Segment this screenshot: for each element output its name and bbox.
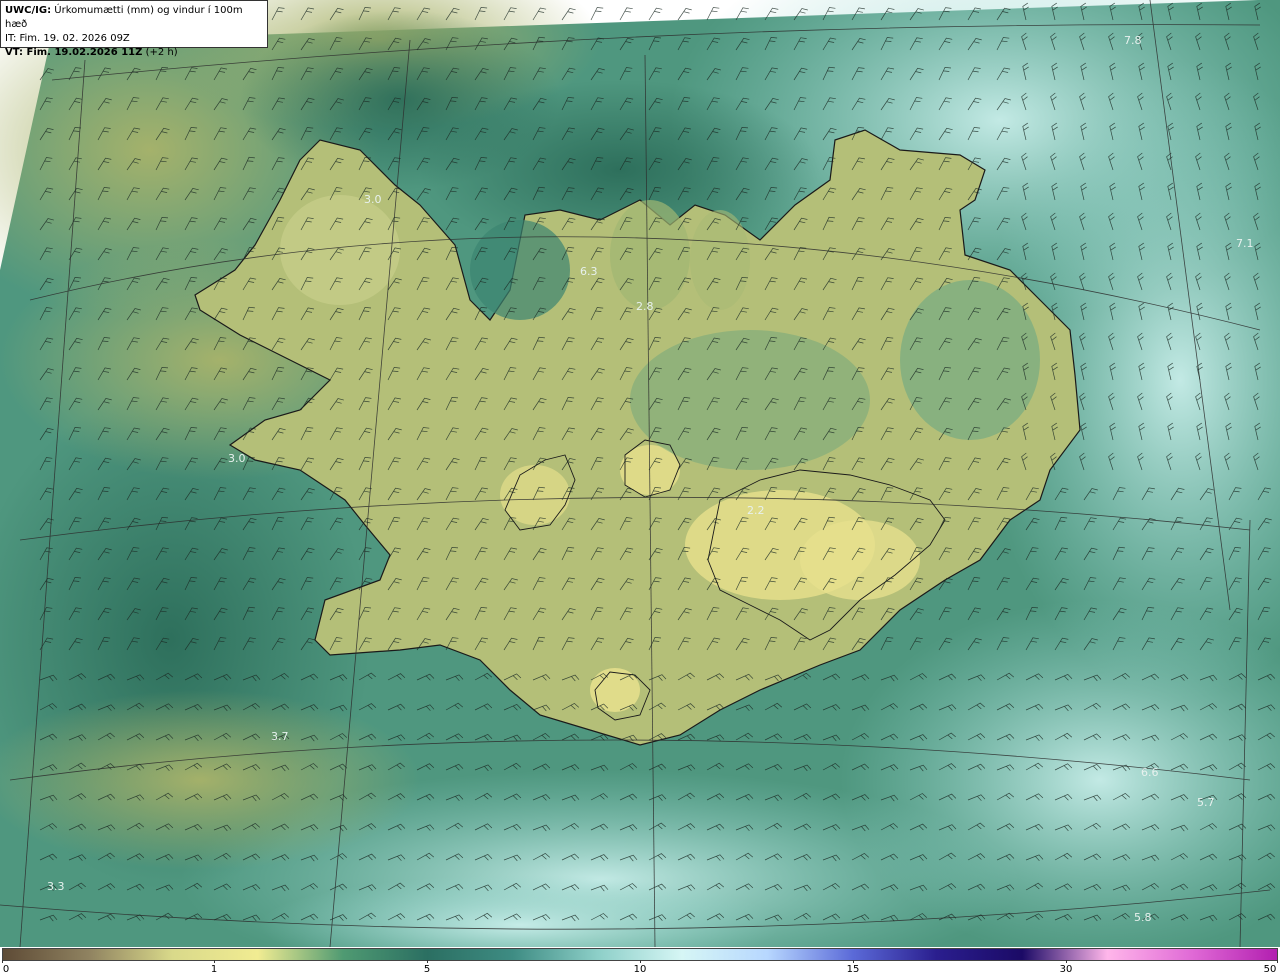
colorbar-tick: 10 — [633, 964, 647, 975]
colorbar-tick: 1 — [210, 964, 218, 975]
precip-label: 3.0 — [364, 193, 382, 206]
precip-label: 5.8 — [1134, 911, 1152, 924]
colorbar-tick: 50 — [1263, 964, 1277, 975]
colorbar-tick: 15 — [846, 964, 860, 975]
valid-time: VT: Fim. 19.02.2026 11Z — [5, 47, 143, 58]
map-header: UWC/IG: Úrkomumætti (mm) og vindur í 100… — [0, 0, 268, 58]
precip-label: 7.8 — [1124, 34, 1142, 47]
precip-label: 3.0 — [228, 452, 246, 465]
precip-label: 5.7 — [1197, 796, 1215, 809]
colorbar-tick: 0 — [2, 964, 10, 975]
model-name: UWC/IG: — [5, 5, 52, 16]
precip-label: 3.7 — [271, 730, 289, 743]
precip-label: 7.1 — [1236, 237, 1254, 250]
precip-label: 3.3 — [47, 880, 65, 893]
precip-label: 2.8 — [636, 300, 654, 313]
precip-label: 6.3 — [580, 265, 598, 278]
forecast-map: 3.0 6.3 2.8 3.0 7.8 7.1 3.7 6.6 5.7 3.3 … — [0, 0, 1280, 947]
precip-label: 6.6 — [1141, 766, 1159, 779]
colorbar-tick: 30 — [1059, 964, 1073, 975]
issue-time: IT: Fim. 19. 02. 2026 09Z — [5, 33, 130, 44]
lead-time: (+2 h) — [145, 47, 178, 58]
colorbar-tick: 5 — [423, 964, 431, 975]
colorbar: 0 1 5 10 15 30 50 — [0, 947, 1280, 978]
precip-label: 2.2 — [747, 504, 765, 517]
